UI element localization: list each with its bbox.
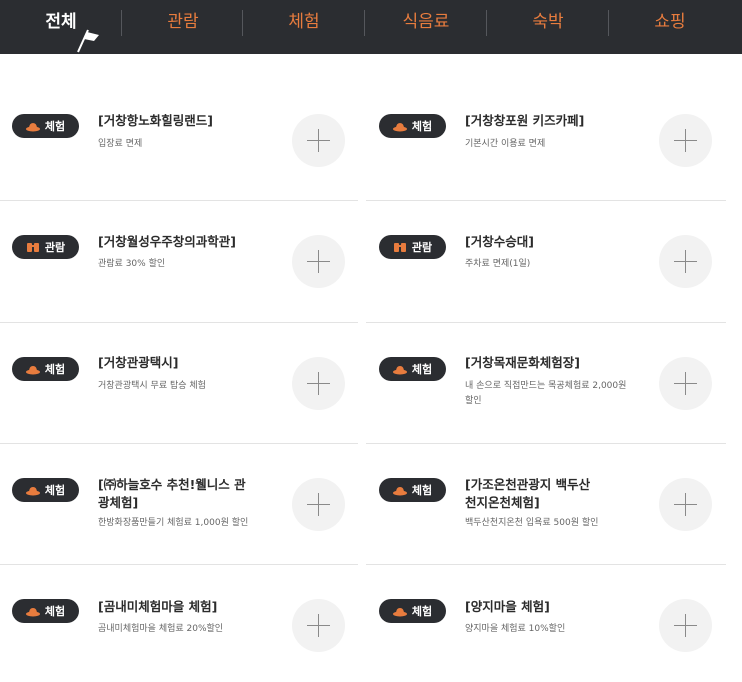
binoculars-icon xyxy=(393,242,406,252)
benefit-title: [거창수승대] xyxy=(465,234,534,249)
hat-icon xyxy=(392,607,407,616)
add-button[interactable] xyxy=(292,235,345,288)
hat-icon xyxy=(25,486,40,495)
binoculars-icon xyxy=(26,242,39,252)
add-button[interactable] xyxy=(292,478,345,531)
benefit-description: 내 손으로 직접만드는 목공체험료 2,000원 할인 xyxy=(465,381,627,406)
category-label: 체험 xyxy=(411,363,433,376)
benefit-title: [가조온천관광지 백두산천지온천체험] xyxy=(465,477,591,510)
tab-shopping[interactable]: 쇼핑 xyxy=(609,0,731,46)
tab-viewing[interactable]: 관람 xyxy=(122,0,244,46)
category-label: 체험 xyxy=(44,605,66,618)
add-button[interactable] xyxy=(292,599,345,652)
hat-icon xyxy=(25,365,40,374)
hat-icon xyxy=(392,122,407,131)
category-label: 체험 xyxy=(411,120,433,133)
benefit-title: [거창항노화힐링랜드] xyxy=(98,113,213,128)
benefit-card: 체험 [가조온천관광지 백두산천지온천체험] 백두산천지온천 입욕료 500원 … xyxy=(367,444,725,566)
benefit-description: 한방화장품만들기 체험료 1,000원 할인 xyxy=(98,518,249,528)
benefit-title: [거창월성우주창의과학관] xyxy=(98,234,236,249)
flag-icon xyxy=(77,29,99,53)
category-label: 체험 xyxy=(44,363,66,376)
category-badge: 체험 xyxy=(379,599,446,623)
add-button[interactable] xyxy=(659,478,712,531)
category-label: 관람 xyxy=(44,241,66,254)
benefit-title: [㈜하늘호수 추천!웰니스 관광체험] xyxy=(98,477,246,510)
category-nav: 전체 관람 체험 식음료 숙박 쇼핑 xyxy=(0,0,742,54)
category-badge: 관람 xyxy=(379,235,446,259)
add-button[interactable] xyxy=(659,114,712,167)
add-button[interactable] xyxy=(659,235,712,288)
tab-lodging[interactable]: 숙박 xyxy=(487,0,609,46)
benefit-title: [양지마을 체험] xyxy=(465,599,550,614)
benefit-description: 양지마을 체험료 10%할인 xyxy=(465,624,566,634)
add-button[interactable] xyxy=(659,357,712,410)
tab-experience[interactable]: 체험 xyxy=(243,0,365,46)
category-badge: 체험 xyxy=(12,114,79,138)
benefit-card: 체험 [거창목재문화체험장] 내 손으로 직접만드는 목공체험료 2,000원 … xyxy=(367,323,725,445)
benefit-card: 체험 [곰내미체험마을 체험] 곰내미체험마을 체험료 20%할인 xyxy=(0,565,358,682)
category-label: 체험 xyxy=(44,484,66,497)
benefit-title: [거창창포원 키즈카페] xyxy=(465,113,585,128)
benefit-title: [거창관광택시] xyxy=(98,355,179,370)
benefit-description: 입장료 면제 xyxy=(98,139,143,149)
category-badge: 체험 xyxy=(379,357,446,381)
benefit-description: 관람료 30% 할인 xyxy=(98,259,166,269)
category-badge: 관람 xyxy=(12,235,79,259)
benefit-title: [거창목재문화체험장] xyxy=(465,355,580,370)
hat-icon xyxy=(25,607,40,616)
benefit-card: 체험 [거창관광택시] 거창관광택시 무료 탑승 체험 xyxy=(0,323,358,445)
benefit-card: 체험 [양지마을 체험] 양지마을 체험료 10%할인 xyxy=(367,565,725,682)
benefit-card: 체험 [거창항노화힐링랜드] 입장료 면제 xyxy=(0,80,358,202)
benefit-description: 곰내미체험마을 체험료 20%할인 xyxy=(98,624,224,634)
category-badge: 체험 xyxy=(12,478,79,502)
tab-all[interactable]: 전체 xyxy=(0,0,122,46)
category-label: 체험 xyxy=(44,120,66,133)
hat-icon xyxy=(392,365,407,374)
hat-icon xyxy=(25,122,40,131)
benefit-description: 거창관광택시 무료 탑승 체험 xyxy=(98,381,206,391)
category-badge: 체험 xyxy=(12,357,79,381)
add-button[interactable] xyxy=(659,599,712,652)
benefit-description: 기본시간 이용료 면제 xyxy=(465,139,546,149)
benefit-description: 백두산천지온천 입욕료 500원 할인 xyxy=(465,518,599,528)
tab-food-beverage[interactable]: 식음료 xyxy=(365,0,487,46)
add-button[interactable] xyxy=(292,114,345,167)
benefit-description: 주차료 면제(1일) xyxy=(465,259,531,269)
category-badge: 체험 xyxy=(379,478,446,502)
category-badge: 체험 xyxy=(379,114,446,138)
add-button[interactable] xyxy=(292,357,345,410)
hat-icon xyxy=(392,486,407,495)
benefit-title: [곰내미체험마을 체험] xyxy=(98,599,218,614)
benefit-card: 관람 [거창월성우주창의과학관] 관람료 30% 할인 xyxy=(0,201,358,323)
category-label: 관람 xyxy=(411,241,433,254)
category-label: 체험 xyxy=(411,484,433,497)
benefit-card: 체험 [㈜하늘호수 추천!웰니스 관광체험] 한방화장품만들기 체험료 1,00… xyxy=(0,444,358,566)
category-badge: 체험 xyxy=(12,599,79,623)
category-label: 체험 xyxy=(411,605,433,618)
benefit-card: 체험 [거창창포원 키즈카페] 기본시간 이용료 면제 xyxy=(367,80,725,202)
benefit-card: 관람 [거창수승대] 주차료 면제(1일) xyxy=(367,201,725,323)
